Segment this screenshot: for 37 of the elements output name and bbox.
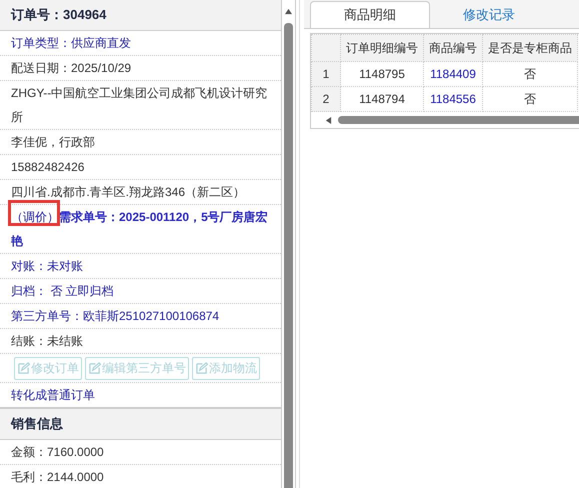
column-header[interactable]: 是否是专柜商品 (482, 34, 578, 62)
scroll-left-icon[interactable] (325, 116, 332, 124)
info-text: 李佳伲，行政部 (11, 135, 95, 149)
edit-icon (88, 362, 101, 375)
scroll-up-icon[interactable] (284, 8, 293, 15)
convert-link[interactable]: 转化成普通订单 (11, 388, 95, 402)
info-text: 结账：未结账 (11, 334, 83, 348)
table-cell: 否 (482, 62, 578, 86)
info-text: 金额：7160.0000 (11, 445, 104, 459)
info-text: 配送日期：2025/10/29 (11, 61, 132, 75)
row-number: 2 (312, 86, 340, 112)
section-title: 销售信息 (11, 415, 63, 433)
info-text: 15882482426 (11, 160, 84, 174)
product-link[interactable]: 1184556 (424, 86, 482, 112)
requirement-link[interactable]: （调价）需求单号：2025-001120，5号厂房唐宏艳 (11, 205, 270, 253)
tab[interactable]: 商品明细 (310, 1, 430, 28)
highlight-frame (8, 200, 60, 226)
edit-icon (17, 362, 30, 375)
table-cell: 否 (482, 86, 578, 112)
scroll-thumb[interactable] (338, 116, 579, 124)
column-header[interactable]: 订单明细编号 (340, 34, 424, 62)
product-link[interactable]: 1184409 (424, 62, 482, 86)
scroll-thumb[interactable] (284, 23, 293, 488)
info-text: 毛利：2144.0000 (11, 470, 104, 484)
info-link[interactable]: 第三方单号：欧菲斯251027100106874 (11, 309, 220, 323)
row-number: 1 (312, 62, 340, 86)
order-number: 订单号：304964 (11, 6, 106, 24)
tab[interactable]: 修改记录 (430, 2, 548, 28)
info-link[interactable]: 对账：未对账 (11, 259, 83, 273)
info-text: ZHGY--中国航空工业集团公司成都飞机设计研究所 (11, 86, 268, 124)
info-link[interactable]: 归档： 否 立即归档 (11, 284, 114, 298)
table-cell: 1148795 (340, 62, 424, 86)
info-text: 四川省.成都市.青羊区.翔龙路346（新二区） (11, 185, 246, 199)
column-header[interactable]: 商品编号 (424, 34, 482, 62)
table-cell: 1148794 (340, 86, 424, 112)
edit-icon (195, 362, 208, 375)
info-link[interactable]: 订单类型：供应商直发 (11, 36, 131, 50)
